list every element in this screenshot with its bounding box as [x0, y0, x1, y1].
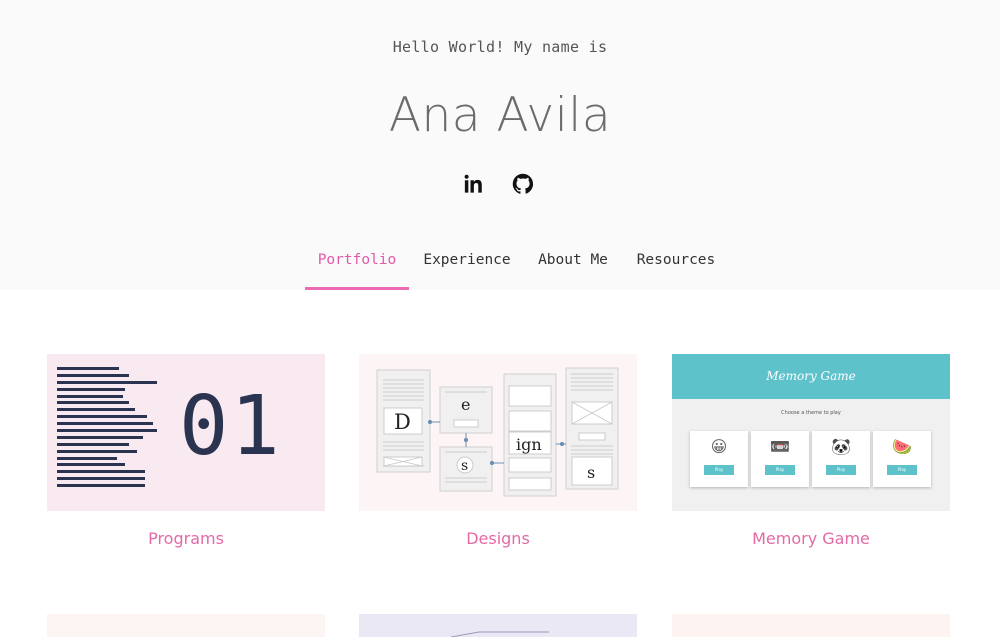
tab-about-me[interactable]: About Me: [531, 240, 615, 290]
project-card-thumbnail-partial[interactable]: [359, 614, 637, 637]
designs-thumbnail[interactable]: D e s ign s: [359, 354, 637, 511]
watermelon-icon: 🍉: [892, 437, 912, 456]
code-lines-graphic: [57, 367, 157, 491]
project-card-thumbnail-partial[interactable]: [672, 614, 950, 637]
project-card-programs[interactable]: 01 Programs: [47, 354, 325, 548]
project-title-programs[interactable]: Programs: [47, 529, 325, 548]
memory-game-theme-card: 🍉 Play: [873, 431, 931, 487]
project-card-designs[interactable]: D e s ign s Designs: [359, 354, 637, 548]
greeting-text: Hello World! My name is: [392, 38, 608, 56]
project-card-thumbnail-partial[interactable]: [47, 614, 325, 637]
project-title-designs[interactable]: Designs: [359, 529, 637, 548]
social-links: [460, 171, 540, 197]
svg-text:D: D: [394, 410, 411, 434]
header: Hello World! My name is Ana Avila Portfo…: [0, 0, 1000, 290]
tab-experience[interactable]: Experience: [417, 240, 517, 290]
wireframe-graphic: D e s ign s: [376, 367, 619, 497]
author-name: Ana Avila: [388, 88, 612, 143]
panda-icon: 🐼: [831, 437, 851, 456]
memory-game-play-button: Play: [826, 465, 856, 475]
memory-game-theme-card: 📼 Play: [751, 431, 809, 487]
cassette-icon: 📼: [770, 437, 790, 456]
memory-game-theme-card: 😀 Play: [690, 431, 748, 487]
svg-text:s: s: [461, 458, 468, 474]
partial-graphic: [450, 631, 549, 637]
svg-text:ign: ign: [516, 435, 542, 454]
linkedin-icon[interactable]: [460, 171, 486, 197]
programs-thumbnail[interactable]: 01: [47, 354, 325, 511]
smiley-icon: 😀: [710, 437, 728, 456]
programs-number-graphic: 01: [179, 379, 282, 474]
project-title-memory-game[interactable]: Memory Game: [672, 529, 950, 548]
memory-game-play-button: Play: [765, 465, 795, 475]
memory-game-play-button: Play: [704, 465, 734, 475]
memory-game-thumbnail[interactable]: Memory Game Choose a theme to play 😀 Pla…: [672, 354, 950, 511]
svg-text:e: e: [461, 395, 470, 414]
memory-game-heading: Memory Game: [766, 369, 856, 383]
svg-text:s: s: [587, 463, 595, 482]
tab-portfolio[interactable]: Portfolio: [305, 240, 409, 290]
github-icon[interactable]: [510, 171, 536, 197]
memory-game-subtitle: Choose a theme to play: [781, 410, 841, 416]
memory-game-play-button: Play: [887, 465, 917, 475]
memory-game-theme-card: 🐼 Play: [812, 431, 870, 487]
tab-resources[interactable]: Resources: [629, 240, 723, 290]
project-card-memory-game[interactable]: Memory Game Choose a theme to play 😀 Pla…: [672, 354, 950, 548]
